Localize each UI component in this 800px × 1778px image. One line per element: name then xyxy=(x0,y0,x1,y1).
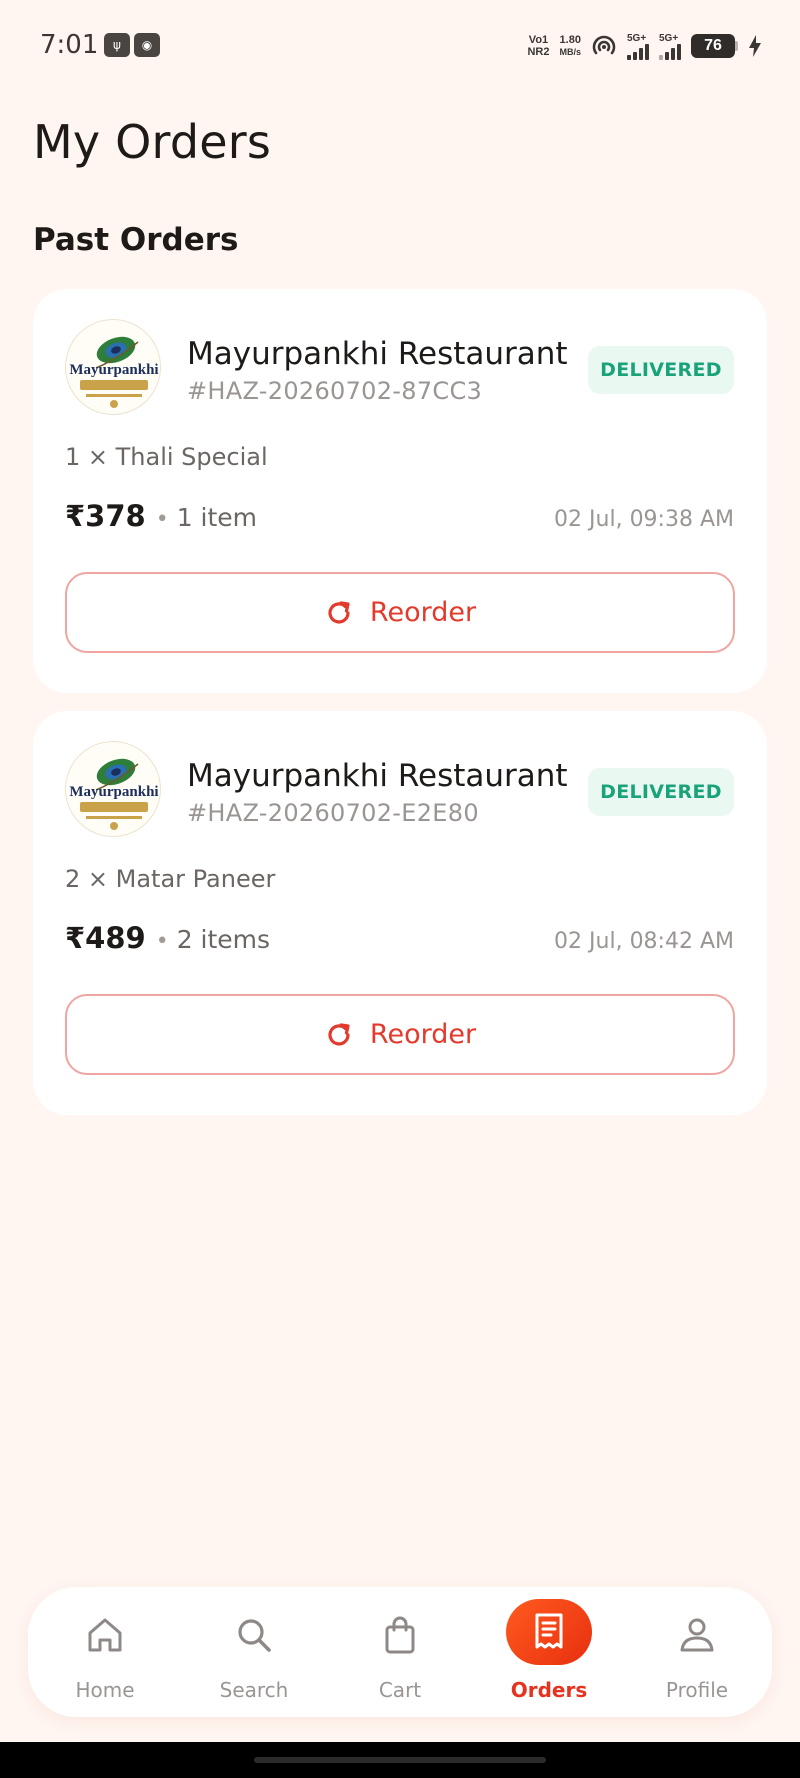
order-price: ₹489 xyxy=(65,921,146,955)
network-type: Vo1 NR2 xyxy=(527,34,550,58)
reorder-button[interactable]: Reorder xyxy=(65,994,735,1075)
section-title-past-orders: Past Orders xyxy=(33,222,239,258)
charging-icon xyxy=(749,35,761,57)
nav-label: Orders xyxy=(510,1678,588,1702)
restaurant-name: Mayurpankhi Restaurant xyxy=(187,336,568,372)
order-price: ₹378 xyxy=(65,499,146,533)
nav-item-search[interactable]: Search xyxy=(189,1587,319,1717)
svg-text:Mayurpankhi: Mayurpankhi xyxy=(69,362,158,378)
items-summary: 2 × Matar Paneer xyxy=(65,865,276,893)
order-card[interactable]: Mayurpankhi Mayurpankhi Restaurant #HAZ-… xyxy=(33,289,767,693)
nav-item-profile[interactable]: Profile xyxy=(632,1587,762,1717)
orders-icon xyxy=(535,1613,563,1649)
order-id: #HAZ-20260702-87CC3 xyxy=(187,377,483,405)
nav-item-orders[interactable]: Orders xyxy=(484,1587,614,1717)
price-row: ₹489 • 2 items xyxy=(65,921,270,955)
separator-dot: • xyxy=(155,929,169,954)
restaurant-logo: Mayurpankhi xyxy=(65,741,161,837)
reorder-button[interactable]: Reorder xyxy=(65,572,735,653)
order-id: #HAZ-20260702-E2E80 xyxy=(187,799,479,827)
price-row: ₹378 • 1 item xyxy=(65,499,257,533)
restaurant-logo: Mayurpankhi xyxy=(65,319,161,415)
wifi-hotspot-icon xyxy=(592,35,616,55)
signal-sim2-icon: 5G+ xyxy=(659,33,681,60)
order-time: 02 Jul, 08:42 AM xyxy=(554,929,734,954)
gesture-handle[interactable] xyxy=(254,1757,546,1763)
profile-icon xyxy=(680,1618,714,1652)
items-summary: 1 × Thali Special xyxy=(65,443,268,471)
item-count: 1 item xyxy=(176,503,258,532)
nav-item-cart[interactable]: Cart xyxy=(335,1587,465,1717)
network-speed: 1.80 MB/s xyxy=(559,34,581,57)
signal-sim1-icon: 5G+ xyxy=(627,33,649,60)
hotspot-icon: ◉ xyxy=(134,33,160,57)
restaurant-name: Mayurpankhi Restaurant xyxy=(187,758,568,794)
nav-label: Profile xyxy=(665,1678,729,1702)
nav-item-home[interactable]: Home xyxy=(40,1587,170,1717)
status-bar: 7:01 ψ ◉ Vo1 NR2 1.80 MB/s 5G+ 5G+ 76 xyxy=(0,0,800,92)
status-indicators: Vo1 NR2 1.80 MB/s 5G+ 5G+ 76 xyxy=(527,30,762,62)
nav-label: Home xyxy=(75,1678,135,1702)
reorder-label: Reorder xyxy=(369,597,477,628)
separator-dot: • xyxy=(155,507,169,532)
nav-label: Search xyxy=(219,1678,289,1702)
status-badge: DELIVERED xyxy=(588,346,734,394)
battery-icon: 76 xyxy=(691,34,738,58)
status-badge: DELIVERED xyxy=(588,768,734,816)
home-icon xyxy=(88,1618,122,1652)
reorder-label: Reorder xyxy=(369,1019,477,1050)
item-count: 2 items xyxy=(176,925,271,954)
cart-icon xyxy=(385,1616,415,1654)
search-icon xyxy=(238,1619,271,1652)
nav-label: Cart xyxy=(378,1678,422,1702)
svg-text:Mayurpankhi: Mayurpankhi xyxy=(69,784,158,800)
status-time: 7:01 xyxy=(40,30,99,60)
order-time: 02 Jul, 09:38 AM xyxy=(554,507,734,532)
refresh-icon xyxy=(328,1022,350,1045)
refresh-icon xyxy=(328,600,350,623)
bottom-nav: Home Search Cart Orders Profile xyxy=(28,1587,772,1717)
usb-icon: ψ xyxy=(104,33,130,57)
order-card[interactable]: Mayurpankhi Mayurpankhi Restaurant #HAZ-… xyxy=(33,711,767,1115)
page-title: My Orders xyxy=(33,115,272,169)
